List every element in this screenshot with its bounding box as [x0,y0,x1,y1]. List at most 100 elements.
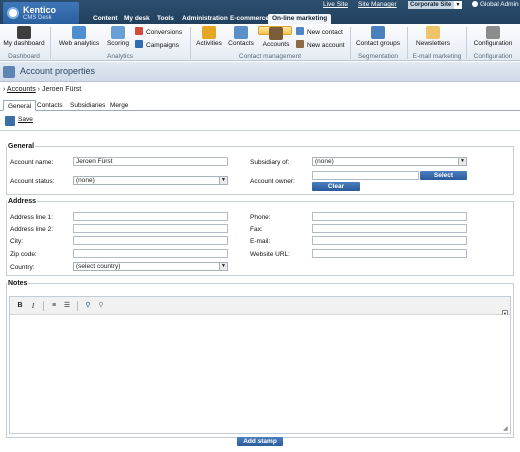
tab-merge[interactable]: Merge [106,100,132,111]
scoring-icon [111,26,125,39]
italic-icon[interactable]: I [28,301,38,311]
group-separator [407,27,408,59]
breadcrumb-accounts-link[interactable]: Accounts [7,86,36,93]
fax-label: Fax: [250,226,263,233]
editor-toolbar: B I ≡ ☰ ⚲ ⚲ [10,297,510,315]
account-name-input[interactable]: Jeroen Fürst [73,157,228,166]
bar-chart-icon [72,26,86,39]
contacts-button[interactable]: Contacts [227,26,255,52]
chevron-down-icon: ▼ [454,1,462,9]
address-line2-input[interactable] [73,224,228,233]
group-separator [190,27,191,59]
address-line1-input[interactable] [73,212,228,221]
kentico-logo[interactable]: Kentico CMS Desk [3,2,79,24]
new-account-label: New account [307,42,345,49]
tab-e-commerce[interactable]: E-commerce [230,14,269,24]
numbered-list-icon[interactable]: ≡ [49,301,59,311]
country-label: Country: [10,264,35,271]
campaigns-button[interactable]: Campaigns [135,40,179,50]
activities-icon [202,26,216,39]
tab-tools[interactable]: Tools [157,14,174,24]
group-separator [50,27,51,59]
my-dashboard-label: My dashboard [3,40,45,47]
city-input[interactable] [73,236,228,245]
notes-text-area[interactable] [10,315,510,433]
notes-legend: Notes [8,280,28,287]
group-label-dashboard: Dashboard [8,53,40,60]
site-manager-link[interactable]: Site Manager [358,1,397,8]
unlink-icon[interactable]: ⚲ [96,301,106,311]
save-icon [5,116,15,126]
save-button[interactable]: Save [5,116,33,126]
notes-editor: B I ≡ ☰ ⚲ ⚲ ▼ ◢ [9,296,511,434]
country-value: (select country) [76,263,121,270]
group-separator [350,27,351,59]
website-url-input[interactable] [312,249,467,258]
dashboard-icon [17,26,31,39]
group-label-contact-management: Contact management [238,53,302,60]
wrench-icon [486,26,500,39]
scoring-button[interactable]: Scoring [106,26,130,52]
breadcrumb-arrow-icon: › [37,86,40,93]
activities-button[interactable]: Activities [195,26,223,52]
subsidiary-select[interactable]: (none) ▼ [312,157,467,166]
web-analytics-button[interactable]: Web analytics [58,26,100,52]
zip-code-input[interactable] [73,249,228,258]
account-owner-input[interactable] [312,171,419,180]
top-bar: Kentico CMS Desk Live Site Site Manager … [0,0,520,24]
kentico-logo-icon [7,7,19,19]
live-site-link[interactable]: Live Site [323,1,348,8]
general-legend: General [8,143,35,150]
bold-icon[interactable]: B [15,301,25,311]
scoring-label: Scoring [106,40,130,47]
user-menu[interactable]: Global Admin [472,1,519,8]
new-contact-label: New contact [307,29,343,36]
resize-handle-icon[interactable]: ◢ [503,426,509,432]
logo-title: Kentico [23,5,57,15]
campaigns-icon [135,40,143,48]
tab-content[interactable]: Content [93,14,118,24]
tab-administration[interactable]: Administration [182,14,228,24]
contacts-label: Contacts [228,40,254,47]
fax-input[interactable] [312,224,467,233]
country-select[interactable]: (select country) ▼ [73,262,228,271]
email-input[interactable] [312,236,467,245]
city-label: City: [10,238,23,245]
tab-subsidiaries[interactable]: Subsidiaries [66,100,109,111]
phone-input[interactable] [312,212,467,221]
contact-groups-label: Contact groups [355,40,401,47]
contact-groups-button[interactable]: Contact groups [354,26,402,52]
logo-subtitle: CMS Desk [23,15,52,21]
conversions-button[interactable]: Conversions [135,27,182,37]
newsletters-label: Newsletters [416,40,450,47]
insert-link-icon[interactable]: ⚲ [83,301,93,311]
tab-my-desk[interactable]: My desk [124,14,150,24]
user-icon [472,1,478,7]
clear-owner-button[interactable]: Clear [312,182,360,191]
accounts-label: Accounts [262,41,290,48]
address-line1-label: Address line 1: [10,214,53,221]
tab-online-marketing[interactable]: On-line marketing [268,14,332,24]
tab-general[interactable]: General [3,100,37,111]
account-status-select[interactable]: (none) ▼ [73,176,228,185]
newsletters-button[interactable]: Newsletters [412,26,454,52]
add-stamp-button[interactable]: Add stamp [237,437,283,446]
new-contact-button[interactable]: New contact [296,27,343,37]
accounts-button[interactable]: Accounts [258,26,292,48]
new-account-button[interactable]: New account [296,40,345,50]
group-separator [466,27,467,59]
group-label-configuration: Configuration [473,53,513,60]
toolbar-separator [43,301,44,311]
page-title-bar: Account properties [0,62,520,82]
site-selector[interactable]: Corporate Site ▼ [408,1,462,9]
account-status-label: Account status: [10,178,55,185]
tab-contacts[interactable]: Contacts [33,100,67,111]
activities-label: Activities [196,40,222,47]
configuration-button[interactable]: Configuration [470,26,516,52]
bulleted-list-icon[interactable]: ☰ [62,301,72,311]
email-label: E-mail: [250,238,271,245]
configuration-label: Configuration [473,40,513,47]
account-name-label: Account name: [10,159,54,166]
select-owner-button[interactable]: Select [420,171,467,180]
my-dashboard-button[interactable]: My dashboard [2,26,46,52]
